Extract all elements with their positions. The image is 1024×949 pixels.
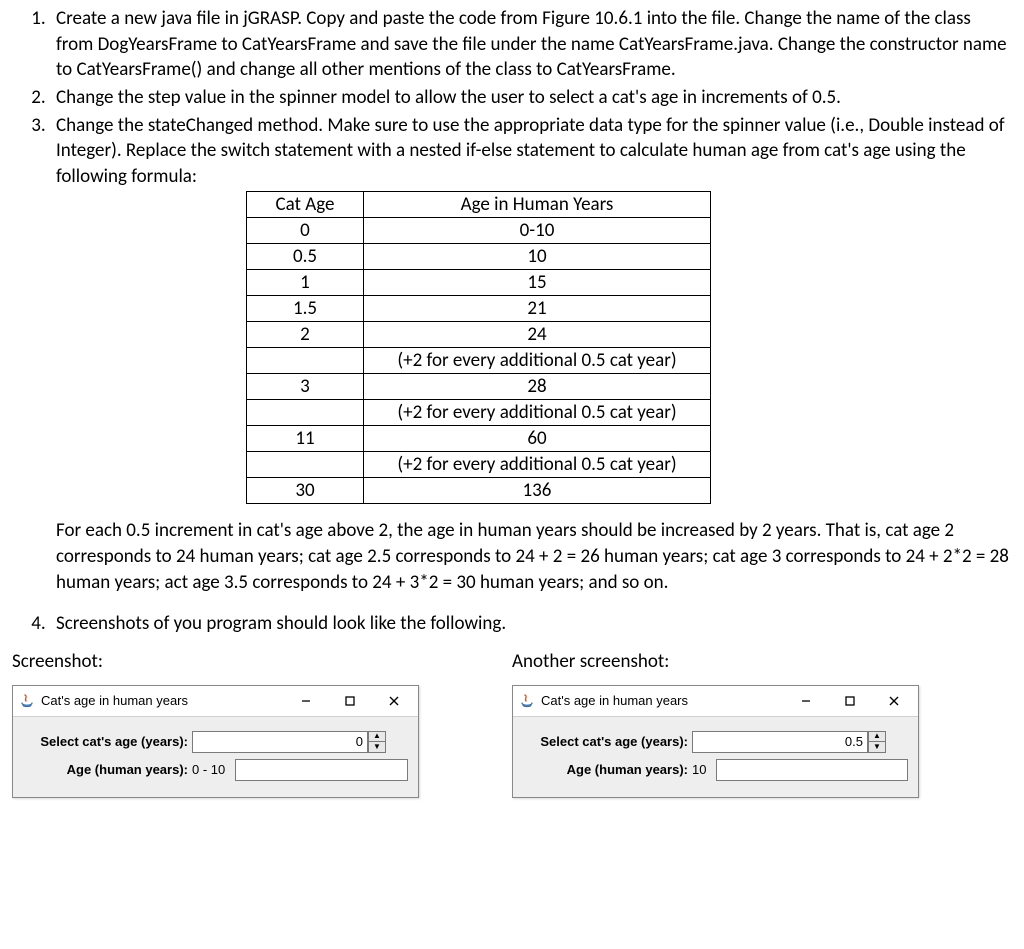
app-window-left: Cat's age in human years [12, 685, 419, 798]
instruction-text-after-table: For each 0.5 increment in cat's age abov… [56, 518, 1012, 595]
table-row: 328 [247, 374, 711, 400]
cat-age-spinner[interactable]: ▲ ▼ [692, 731, 886, 753]
instruction-text: Change the stateChanged method. Make sur… [56, 114, 1005, 188]
instruction-item-4: Screenshots of you program should look l… [50, 611, 1012, 637]
header-cat-age: Cat Age [247, 192, 364, 218]
cell-human-years: 60 [364, 426, 711, 452]
cell-cat-age [247, 452, 364, 478]
screenshot-label-left: Screenshot: [12, 649, 512, 675]
cell-human-years: (+2 for every additional 0.5 cat year) [364, 452, 711, 478]
cell-cat-age: 3 [247, 374, 364, 400]
human-years-value: 10 [688, 761, 706, 779]
instruction-list: Create a new java file in jGRASP. Copy a… [12, 6, 1012, 637]
table-row: 0.510 [247, 244, 711, 270]
table-row: (+2 for every additional 0.5 cat year) [247, 400, 711, 426]
table-row: 1.521 [247, 296, 711, 322]
close-button[interactable] [872, 687, 916, 715]
titlebar: Cat's age in human years [13, 686, 418, 717]
table-row: 115 [247, 270, 711, 296]
close-button[interactable] [372, 687, 416, 715]
spinner-up-button[interactable]: ▲ [368, 731, 386, 742]
select-age-label: Select cat's age (years): [23, 733, 188, 751]
cell-human-years: 24 [364, 322, 711, 348]
app-window-right: Cat's age in human years [512, 685, 919, 798]
table-row: 224 [247, 322, 711, 348]
table-row: 1160 [247, 426, 711, 452]
cell-human-years: (+2 for every additional 0.5 cat year) [364, 348, 711, 374]
minimize-button[interactable] [284, 687, 328, 715]
table-header-row: Cat Age Age in Human Years [247, 192, 711, 218]
instruction-text: Create a new java file in jGRASP. Copy a… [56, 7, 1007, 81]
table-row: (+2 for every additional 0.5 cat year) [247, 348, 711, 374]
cell-cat-age [247, 400, 364, 426]
result-field [235, 759, 408, 781]
java-icon [519, 693, 535, 709]
cell-cat-age [247, 348, 364, 374]
instruction-item-3: Change the stateChanged method. Make sur… [50, 113, 1012, 596]
select-age-label: Select cat's age (years): [523, 733, 688, 751]
human-years-label: Age (human years): [523, 761, 688, 779]
maximize-button[interactable] [828, 687, 872, 715]
titlebar: Cat's age in human years [513, 686, 918, 717]
spinner-up-button[interactable]: ▲ [868, 731, 886, 742]
cat-age-table: Cat Age Age in Human Years 00-10 0.510 1… [246, 191, 711, 504]
screenshot-label-right: Another screenshot: [512, 649, 1012, 675]
instruction-text: Change the step value in the spinner mod… [56, 86, 841, 109]
cell-human-years: 0-10 [364, 218, 711, 244]
cell-human-years: 15 [364, 270, 711, 296]
cell-cat-age: 30 [247, 478, 364, 504]
window-title: Cat's age in human years [541, 692, 784, 710]
cell-cat-age: 0.5 [247, 244, 364, 270]
instruction-text: Screenshots of you program should look l… [56, 612, 506, 635]
cell-human-years: 21 [364, 296, 711, 322]
instruction-item-1: Create a new java file in jGRASP. Copy a… [50, 6, 1012, 83]
table-row: 30136 [247, 478, 711, 504]
window-title: Cat's age in human years [41, 692, 284, 710]
maximize-button[interactable] [328, 687, 372, 715]
cell-human-years: 136 [364, 478, 711, 504]
spinner-down-button[interactable]: ▼ [368, 741, 386, 753]
cell-cat-age: 11 [247, 426, 364, 452]
human-years-label: Age (human years): [23, 761, 188, 779]
cat-age-spinner[interactable]: ▲ ▼ [192, 731, 386, 753]
table-row: 00-10 [247, 218, 711, 244]
spinner-down-button[interactable]: ▼ [868, 741, 886, 753]
cell-cat-age: 0 [247, 218, 364, 244]
screenshots-row: Screenshot: Cat's age in human years [12, 649, 1012, 798]
spinner-input[interactable] [192, 731, 368, 753]
cell-cat-age: 2 [247, 322, 364, 348]
minimize-button[interactable] [784, 687, 828, 715]
header-human-years: Age in Human Years [364, 192, 711, 218]
cell-human-years: (+2 for every additional 0.5 cat year) [364, 400, 711, 426]
cell-cat-age: 1 [247, 270, 364, 296]
spinner-input[interactable] [692, 731, 868, 753]
java-icon [19, 693, 35, 709]
instruction-item-2: Change the step value in the spinner mod… [50, 85, 1012, 111]
cell-human-years: 28 [364, 374, 711, 400]
human-years-value: 0 - 10 [188, 761, 225, 779]
result-field [716, 759, 908, 781]
table-row: (+2 for every additional 0.5 cat year) [247, 452, 711, 478]
cell-human-years: 10 [364, 244, 711, 270]
cell-cat-age: 1.5 [247, 296, 364, 322]
